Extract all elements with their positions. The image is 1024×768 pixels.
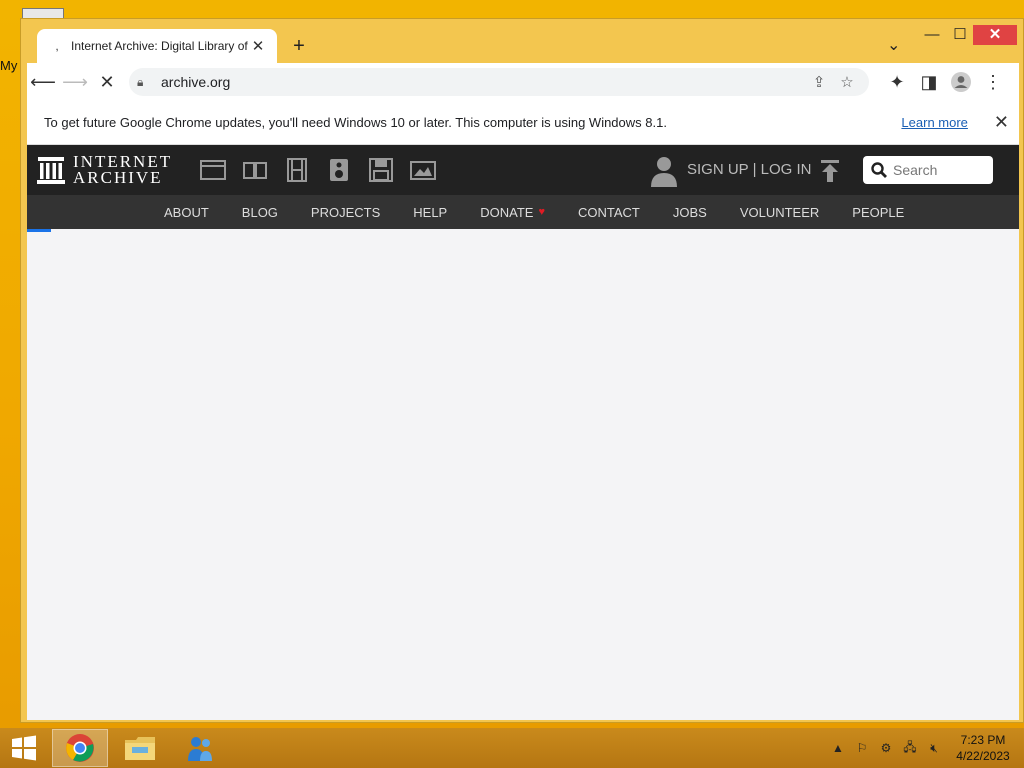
bookmark-star-icon[interactable]: ☆ bbox=[833, 73, 861, 91]
users-icon bbox=[188, 737, 212, 761]
ia-logo[interactable]: INTERNET ARCHIVE bbox=[37, 153, 172, 187]
logo-text-line2: ARCHIVE bbox=[73, 168, 163, 187]
clock-date: 4/22/2023 bbox=[956, 749, 1010, 763]
heart-icon: ♥ bbox=[538, 206, 545, 218]
address-bar[interactable]: 🔒︎ archive.org ⇪ ☆ bbox=[129, 68, 869, 96]
profile-avatar-icon[interactable] bbox=[945, 66, 977, 98]
nav-help[interactable]: HELP bbox=[413, 205, 447, 220]
tray-expand-icon[interactable]: ▲ bbox=[826, 736, 850, 760]
minimize-button[interactable]: — bbox=[917, 25, 947, 45]
nav-contact[interactable]: CONTACT bbox=[578, 205, 640, 220]
browser-window: , Internet Archive: Digital Library of F… bbox=[20, 18, 1024, 723]
upload-icon[interactable] bbox=[819, 159, 841, 188]
volume-muted-icon[interactable]: 🔇︎ bbox=[922, 736, 946, 760]
learn-more-link[interactable]: Learn more bbox=[901, 115, 967, 130]
nav-volunteer[interactable]: VOLUNTEER bbox=[740, 205, 819, 220]
windows-logo-icon bbox=[12, 735, 36, 761]
loading-progress-bar bbox=[27, 229, 51, 232]
nav-projects[interactable]: PROJECTS bbox=[311, 205, 380, 220]
book-icon[interactable] bbox=[234, 154, 276, 186]
ia-nav-bar: ABOUT BLOG PROJECTS HELP DONATE ♥ CONTACT… bbox=[27, 195, 1019, 229]
ia-temple-icon bbox=[37, 157, 65, 184]
user-icon[interactable] bbox=[649, 155, 679, 192]
tab-close-icon[interactable]: ✕ bbox=[249, 37, 267, 55]
browser-toolbar: ⟵ ⟶ ✕ 🔒︎ archive.org ⇪ ☆ ✦ ◨ ⋮ bbox=[27, 63, 1019, 102]
search-icon bbox=[871, 162, 887, 178]
ia-header: INTERNET ARCHIVE SIGN UP | LOG IN Search bbox=[27, 145, 1019, 195]
share-icon[interactable]: ⇪ bbox=[805, 73, 833, 91]
nav-jobs[interactable]: JOBS bbox=[673, 205, 707, 220]
menu-kebab-icon[interactable]: ⋮ bbox=[977, 66, 1009, 98]
nav-donate-label: DONATE bbox=[480, 204, 534, 220]
system-tray: ▲ ⚐ ⚙ 🖧︎ 🔇︎ bbox=[826, 728, 946, 768]
taskbar-chrome[interactable] bbox=[52, 729, 108, 767]
images-icon[interactable] bbox=[402, 154, 444, 186]
url-text[interactable]: archive.org bbox=[161, 74, 805, 90]
folder-icon bbox=[125, 737, 155, 760]
page-content: INTERNET ARCHIVE SIGN UP | LOG IN Search… bbox=[27, 145, 1019, 720]
software-icon[interactable] bbox=[360, 154, 402, 186]
clock-time: 7:23 PM bbox=[960, 733, 1006, 747]
taskbar-file-explorer[interactable] bbox=[112, 729, 168, 767]
back-button[interactable]: ⟵ bbox=[27, 66, 59, 98]
desktop-icon-label: My bbox=[0, 58, 18, 73]
network-icon[interactable]: 🖧︎ bbox=[898, 736, 922, 760]
close-window-button[interactable]: ✕ bbox=[973, 25, 1017, 45]
signup-login-link[interactable]: SIGN UP | LOG IN bbox=[687, 161, 811, 178]
forward-button[interactable]: ⟶ bbox=[59, 66, 91, 98]
tray-app-icon[interactable]: ⚙ bbox=[874, 736, 898, 760]
infobar-message: To get future Google Chrome updates, you… bbox=[44, 115, 667, 130]
start-button[interactable] bbox=[0, 728, 48, 768]
infobar-close-icon[interactable]: ✕ bbox=[994, 112, 1009, 133]
new-tab-button[interactable]: + bbox=[289, 35, 309, 58]
lock-icon[interactable]: 🔒︎ bbox=[137, 75, 157, 90]
tab-search-chevron-icon[interactable]: ⌄ bbox=[887, 35, 900, 55]
web-icon[interactable] bbox=[192, 154, 234, 186]
extensions-puzzle-icon[interactable]: ✦ bbox=[881, 66, 913, 98]
film-icon[interactable] bbox=[276, 154, 318, 186]
nav-donate[interactable]: DONATE ♥ bbox=[480, 205, 545, 220]
tab-title: Internet Archive: Digital Library of Fre… bbox=[71, 39, 249, 53]
media-type-icons bbox=[192, 154, 444, 186]
taskbar-clock[interactable]: 7:23 PM 4/22/2023 bbox=[948, 732, 1018, 764]
search-input[interactable] bbox=[891, 161, 985, 179]
taskbar: ▲ ⚐ ⚙ 🖧︎ 🔇︎ 7:23 PM 4/22/2023 bbox=[0, 728, 1024, 768]
action-center-flag-icon[interactable]: ⚐ bbox=[850, 736, 874, 760]
nav-people[interactable]: PEOPLE bbox=[852, 205, 904, 220]
maximize-button[interactable]: ☐ bbox=[945, 25, 975, 45]
taskbar-users-app[interactable] bbox=[172, 729, 228, 767]
chrome-icon bbox=[66, 734, 94, 762]
search-box[interactable] bbox=[863, 156, 993, 184]
nav-blog[interactable]: BLOG bbox=[242, 205, 278, 220]
browser-tab[interactable]: , Internet Archive: Digital Library of F… bbox=[37, 29, 277, 63]
favicon-icon: , bbox=[55, 39, 59, 53]
side-panel-icon[interactable]: ◨ bbox=[913, 66, 945, 98]
audio-icon[interactable] bbox=[318, 154, 360, 186]
update-infobar: To get future Google Chrome updates, you… bbox=[27, 101, 1019, 145]
stop-loading-button[interactable]: ✕ bbox=[91, 66, 123, 98]
nav-about[interactable]: ABOUT bbox=[164, 205, 209, 220]
